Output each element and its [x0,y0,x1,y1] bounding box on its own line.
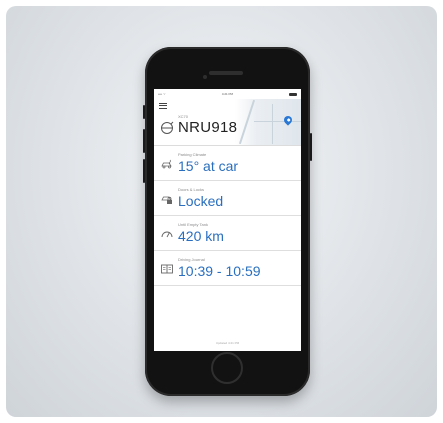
row-driving-journal[interactable]: Driving Journal 10:39 - 10:59 [154,251,301,286]
row-parking-climate[interactable]: Parking Climate 15° at car [154,146,301,181]
phone-frame: •••• ⌔ 4:21 PM XC70 NRU918 Parking Clima… [143,47,312,396]
carrier-signal: •••• ⌔ [158,91,166,96]
status-bar: •••• ⌔ 4:21 PM [154,89,301,99]
battery-icon [288,92,297,96]
row-value: 420 km [178,228,224,244]
mute-switch [143,105,145,119]
updated-footer: Updated 4:21 PM [215,341,240,345]
row-label: Driving Journal [178,257,205,262]
status-time: 4:21 PM [221,92,234,96]
car-climate-icon [161,159,172,169]
background-card: •••• ⌔ 4:21 PM XC70 NRU918 Parking Clima… [6,6,437,417]
row-value: 15° at car [178,158,239,174]
row-label: Doors & Locks [178,187,205,192]
phone-screen: •••• ⌔ 4:21 PM XC70 NRU918 Parking Clima… [154,89,301,351]
power-button [310,133,312,161]
front-camera [203,75,207,79]
volume-down-button [143,159,145,183]
vehicle-registration: NRU918 [178,119,238,136]
row-label: Parking Climate [178,152,207,157]
row-value: 10:39 - 10:59 [178,263,261,279]
journal-icon [161,264,173,274]
vehicle-summary[interactable]: XC70 NRU918 [154,99,301,145]
vehicle-header: XC70 NRU918 [154,99,301,146]
volume-up-button [143,129,145,153]
home-button[interactable] [211,352,243,384]
car-lock-icon [161,196,172,204]
row-value: Locked [178,193,224,209]
row-doors-locks[interactable]: Doors & Locks Locked [154,181,301,216]
volvo-logo-icon [161,121,174,134]
earpiece-speaker [209,71,243,75]
row-label: Until Empty Tank [178,222,208,227]
row-until-empty[interactable]: Until Empty Tank 420 km [154,216,301,251]
gauge-icon [161,231,173,238]
